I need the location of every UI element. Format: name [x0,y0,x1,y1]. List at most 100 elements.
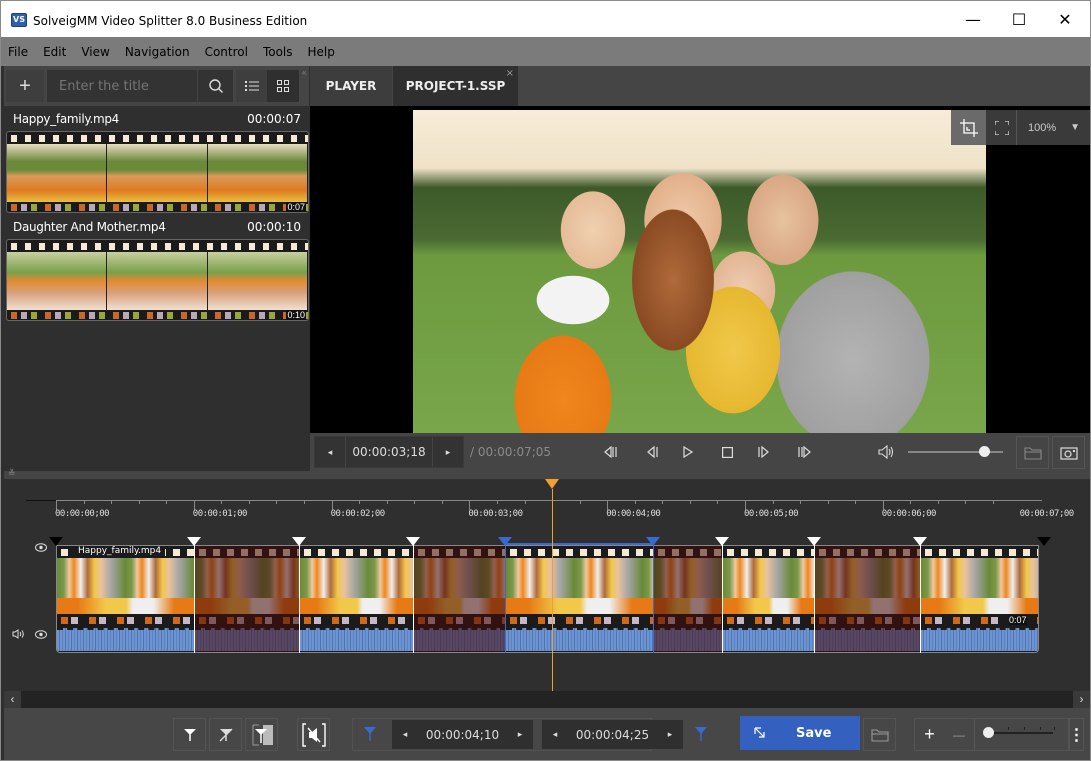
library-file-item[interactable]: Daughter And Mother.mp4 00:00:10 0:10 [4,216,309,324]
volume-button[interactable] [876,442,898,462]
panel-splitter[interactable]: ≚ [4,468,1090,479]
scroll-left-button[interactable]: ‹ [4,691,21,708]
collapse-timeline-icon[interactable]: ≚ [8,468,16,479]
snapshot-button[interactable] [1052,436,1085,469]
timeline-segment-selected[interactable] [506,546,655,652]
menu-navigation[interactable]: Navigation [125,45,190,59]
zoom-out-button[interactable]: — [944,718,974,751]
list-view-button[interactable] [236,70,268,102]
split-marker[interactable] [913,537,927,546]
maximize-button[interactable]: ☐ [996,1,1042,37]
time-ruler[interactable] [56,500,1042,501]
menu-control[interactable]: Control [205,45,248,59]
ruler-minor-tick [166,500,168,504]
current-time-field[interactable]: ◂ 00:00:03;18 ▸ [314,436,464,468]
more-options-button[interactable]: ⋮ [1069,718,1085,751]
timeline[interactable]: Happy_family.mp4 0:07 00:00:00;00 00:00:0… [4,479,1090,691]
previous-frame-button[interactable] [642,442,664,462]
prev-frame-arrow-icon[interactable]: ◂ [315,447,345,458]
timeline-segment-keep[interactable] [722,546,816,652]
open-folder-button[interactable] [1016,436,1049,469]
title-bar: VS SolveigMM Video Splitter 8.0 Business… [1,1,1090,37]
decrease-arrow-icon[interactable]: ◂ [542,730,568,740]
menu-help[interactable]: Help [308,45,335,59]
menu-tools[interactable]: Tools [263,45,293,59]
camera-icon [1059,446,1078,460]
add-marker-button[interactable] [173,718,206,751]
fullscreen-button[interactable] [987,110,1017,145]
ruler-minor-tick [111,500,113,504]
play-button[interactable] [677,442,699,462]
audio-track-mute-icon[interactable] [12,629,26,642]
end-marker[interactable] [1037,537,1052,546]
timeline-segment-cut[interactable] [413,546,507,652]
search-button[interactable] [197,70,233,102]
timeline-zoom-track[interactable] [989,732,1053,734]
next-frame-arrow-icon[interactable]: ▸ [433,447,463,458]
selection-range-bar [505,543,653,545]
marker-out-icon[interactable] [694,726,708,747]
timeline-segment-cut[interactable] [814,546,922,652]
timeline-segment-cut[interactable] [194,546,300,652]
mute-segment-button[interactable] [297,718,330,751]
marker-in-time-field[interactable]: ◂ 00:00:04;10 ▸ [392,720,533,749]
menu-edit[interactable]: Edit [43,45,66,59]
tab-close-icon[interactable]: × [506,68,514,79]
grid-view-button[interactable] [267,70,299,102]
zoom-in-button[interactable]: + [914,718,944,751]
timeline-segment-keep[interactable] [299,546,415,652]
playhead-handle[interactable] [545,479,560,489]
start-marker[interactable] [49,537,63,546]
stop-button[interactable] [716,442,738,462]
folder-icon [1023,446,1042,460]
increase-arrow-icon[interactable]: ▸ [507,730,533,740]
timeline-segment-keep[interactable] [921,546,1038,652]
split-marker[interactable] [405,537,420,546]
ruler-minor-tick [441,500,443,504]
increase-arrow-icon[interactable]: ▸ [657,730,683,740]
timeline-segment-keep[interactable] [57,546,195,652]
current-time[interactable]: 00:00:03;18 [345,437,433,467]
decrease-arrow-icon[interactable]: ◂ [392,730,418,740]
remove-marker-button[interactable] [209,718,242,751]
ruler-minor-tick [579,500,581,504]
crop-button[interactable] [951,110,986,145]
marker-options-button[interactable] [245,718,278,751]
split-marker[interactable] [714,537,729,546]
go-to-end-button[interactable] [793,442,815,462]
scroll-right-button[interactable]: › [1073,691,1090,708]
playhead-line[interactable] [552,489,554,691]
timeline-scrollbar[interactable]: ‹ › [4,691,1090,708]
video-player[interactable]: 100% ▼ [310,106,1090,433]
go-to-start-button[interactable] [600,442,622,462]
split-marker[interactable] [806,537,821,546]
tab-project[interactable]: PROJECT-1.SSP × [393,66,518,106]
collapse-panel-icon[interactable]: « [302,68,306,77]
timeline-zoom-thumb[interactable] [983,727,994,738]
marker-in-icon[interactable] [363,726,377,747]
save-button[interactable]: Save [740,716,860,750]
zoom-level-dropdown[interactable]: 100% ▼ [1018,110,1090,145]
output-folder-button[interactable] [863,718,896,751]
add-file-button[interactable]: + [6,70,44,102]
marker-out-time[interactable]: 00:00:04;25 [568,728,657,742]
video-audio-track[interactable] [56,545,1039,653]
next-frame-button[interactable] [752,442,774,462]
marker-out-time-field[interactable]: ◂ 00:00:04;25 ▸ [542,720,683,749]
marker-in-time[interactable]: 00:00:04;10 [418,728,507,742]
split-marker[interactable] [291,537,306,546]
search-input[interactable] [47,70,197,102]
video-track-visibility-icon[interactable] [35,543,47,555]
marker-segment-icon [252,724,273,745]
menu-view[interactable]: View [81,45,109,59]
split-marker[interactable] [186,537,201,546]
audio-track-visibility-icon[interactable] [35,630,47,642]
menu-file[interactable]: File [8,45,28,59]
timeline-segment-cut[interactable] [653,546,723,652]
minimize-button[interactable]: — [950,1,996,37]
tab-player[interactable]: PLAYER [310,66,392,106]
volume-slider-thumb[interactable] [979,446,990,457]
close-button[interactable]: ✕ [1042,1,1088,37]
library-file-item[interactable]: Happy_family.mp4 00:00:07 0:07 [4,108,309,216]
file-name: Happy_family.mp4 [13,112,119,126]
